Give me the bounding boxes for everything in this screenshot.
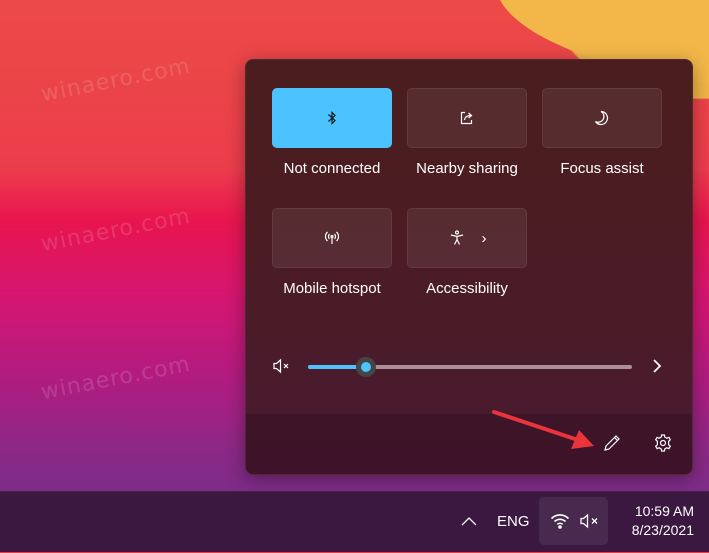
tile-focus-assist: Focus assist [542,88,662,177]
settings-button[interactable] [651,431,675,455]
pencil-icon [604,435,620,451]
tile-mobile-hotspot: Mobile hotspot [272,208,392,297]
clock-time: 10:59 AM [634,503,694,519]
gear-icon [654,434,672,452]
tile-label: Not connected [283,160,381,177]
bluetooth-icon [328,111,336,125]
quick-settings-panel: Not connected Nearby sharing Focus assis… [245,59,693,475]
network-volume-button[interactable] [539,497,608,545]
tile-nearby-sharing: Nearby sharing [407,88,527,177]
chevron-right-icon: › [481,229,487,247]
clock[interactable]: 10:59 AM 8/23/2021 [614,502,694,540]
mobile-hotspot-toggle[interactable] [272,208,392,268]
moon-icon [594,110,609,126]
accessibility-icon [450,230,463,245]
accessibility-button[interactable]: › [407,208,527,268]
tile-accessibility: › Accessibility [407,208,527,297]
taskbar: ENG 10:59 AM 8/23/2021 [0,491,709,552]
share-icon [460,111,473,125]
tile-label: Focus assist [560,160,644,177]
clock-date: 8/23/2021 [631,522,694,538]
nearby-sharing-toggle[interactable] [407,88,527,148]
volume-slider[interactable] [308,357,632,377]
tile-label: Mobile hotspot [283,280,381,297]
quick-settings-footer [246,413,692,474]
bluetooth-toggle[interactable] [272,88,392,148]
slider-thumb[interactable] [356,357,377,377]
wifi-icon [550,514,570,529]
edit-quick-settings-button[interactable] [600,431,624,455]
chevron-up-icon[interactable] [460,514,478,528]
chevron-right-icon[interactable] [650,357,664,375]
hotspot-icon [324,231,340,244]
language-indicator[interactable]: ENG [497,513,530,530]
tile-label: Nearby sharing [416,160,518,177]
volume-row [272,356,672,378]
tile-bluetooth: Not connected [272,88,392,177]
focus-assist-toggle[interactable] [542,88,662,148]
volume-muted-icon[interactable] [272,358,292,374]
volume-muted-icon [580,513,598,529]
tile-label: Accessibility [426,280,508,297]
